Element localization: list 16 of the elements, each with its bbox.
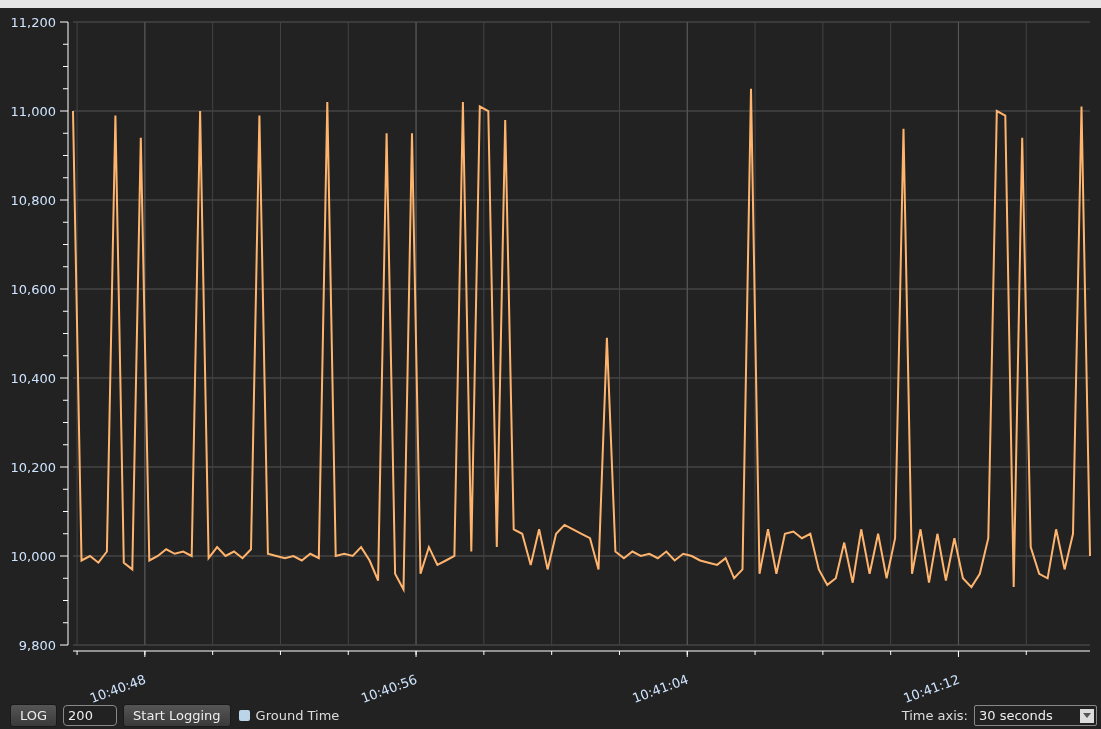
y-tick-label: 10,200 — [10, 460, 56, 475]
start-logging-button[interactable]: Start Logging — [123, 704, 231, 727]
dropdown-caret-icon — [1080, 708, 1094, 723]
y-tick-label: 10,600 — [10, 282, 56, 297]
count-field[interactable]: 200 — [63, 705, 118, 726]
y-tick-label: 10,400 — [10, 371, 56, 386]
time-axis-dropdown[interactable]: 30 seconds — [974, 705, 1097, 726]
y-tick-label: 10,000 — [10, 549, 56, 564]
y-tick-label: 11,200 — [10, 15, 56, 30]
ground-time-label: Ground Time — [255, 708, 340, 723]
log-button[interactable]: LOG — [10, 704, 58, 727]
ground-time-checkbox[interactable] — [238, 710, 250, 721]
y-tick-label: 9,800 — [18, 638, 56, 653]
time-axis-label: Time axis: — [901, 708, 968, 723]
y-tick-label: 11,000 — [10, 104, 56, 119]
y-tick-label: 10,800 — [10, 193, 56, 208]
